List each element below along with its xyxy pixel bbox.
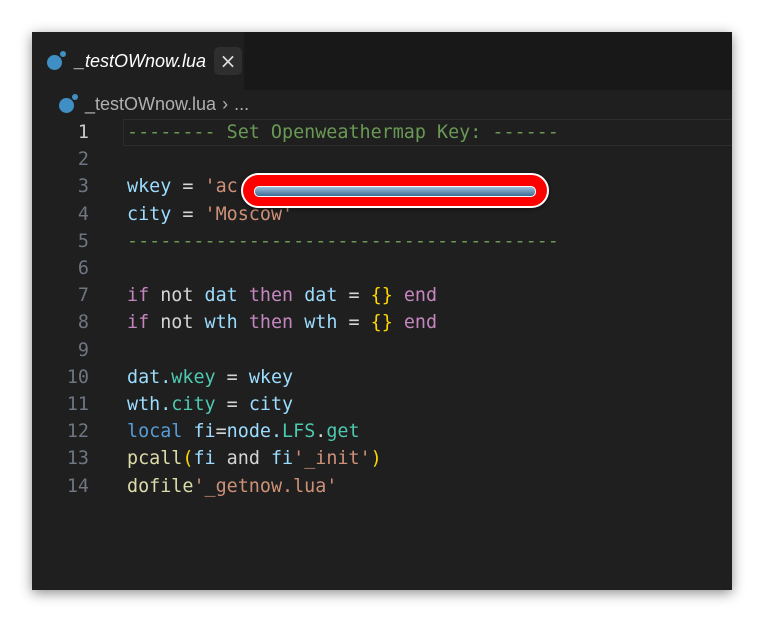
tab-testownow-lua[interactable]: _testOWnow.lua ×	[32, 32, 244, 90]
redaction-overlay	[241, 173, 549, 208]
line-number: 9	[77, 339, 89, 361]
code-text: dofile'_getnow.lua'	[127, 476, 337, 497]
token-brace: (	[182, 448, 194, 470]
token-var: wth	[204, 312, 238, 334]
breadcrumb-file[interactable]: _testOWnow.lua	[85, 94, 216, 115]
token-var: fi	[182, 421, 216, 443]
lua-file-icon	[46, 51, 66, 71]
code-line[interactable]: 5 ---------------------------------------	[32, 228, 732, 255]
lua-file-icon	[58, 94, 78, 114]
token-fn: dofile	[127, 475, 194, 497]
token-kw: end	[392, 312, 438, 334]
token-var: dat	[204, 285, 238, 307]
code-line[interactable]: 13 pcall(fi and fi'_init')	[32, 445, 732, 472]
code-line[interactable]: 11 wth.city = city	[32, 391, 732, 418]
token-op: =	[337, 312, 371, 334]
code-text: -------- Set Openweathermap Key: ------	[127, 122, 559, 143]
code-text: dat.wkey = wkey	[127, 367, 293, 388]
line-number: 11	[66, 393, 89, 415]
token-op: =	[337, 285, 371, 307]
line-number: 6	[77, 258, 89, 280]
line-number: 13	[66, 448, 89, 470]
token-field: LFS	[282, 421, 316, 443]
code-line[interactable]: 12 local fi=node.LFS.get	[32, 418, 732, 445]
code-line[interactable]: 2	[32, 146, 732, 173]
close-icon[interactable]: ×	[214, 47, 243, 75]
chevron-right-icon: ›	[222, 93, 229, 114]
token-var: city	[248, 393, 294, 415]
token-fn: pcall	[127, 448, 183, 470]
tab-bar: _testOWnow.lua ×	[32, 32, 732, 90]
token-var: wkey	[248, 366, 294, 388]
token-op: not	[149, 285, 205, 307]
line-number: 1	[77, 122, 89, 144]
token-local: local	[127, 421, 183, 443]
token-brace: )	[370, 448, 382, 470]
code-text: if not dat then dat = {} end	[127, 285, 437, 306]
code-line[interactable]: 1 -------- Set Openweathermap Key: ------	[32, 119, 732, 146]
breadcrumb-more[interactable]: ...	[234, 94, 249, 115]
line-number: 3	[77, 176, 89, 198]
token-kw: then	[237, 312, 305, 334]
line-number: 10	[66, 366, 89, 388]
line-number: 2	[77, 149, 89, 171]
code-text: ---------------------------------------	[127, 231, 559, 252]
line-number: 4	[77, 203, 89, 225]
token-comment: ---------------------------------------	[127, 230, 559, 252]
editor-window: _testOWnow.lua × _testOWnow.lua › ... 1 -…	[32, 32, 732, 590]
token-field: city	[171, 393, 216, 415]
token-op: =	[171, 176, 205, 198]
code-text: local fi=node.LFS.get	[127, 421, 360, 442]
token-kw: end	[392, 285, 438, 307]
token-var: wth.	[127, 393, 172, 415]
token-op: =	[215, 393, 249, 415]
token-str: '_init'	[293, 448, 371, 470]
code-line[interactable]: 10 dat.wkey = wkey	[32, 364, 732, 391]
code-line[interactable]: 6	[32, 255, 732, 282]
token-op: and	[215, 448, 271, 470]
line-number: 14	[66, 475, 89, 497]
line-number: 12	[66, 421, 89, 443]
token-kw: if	[127, 312, 150, 334]
token-kw: if	[127, 285, 150, 307]
token-var: fi	[270, 448, 294, 470]
token-var: dat	[304, 285, 338, 307]
tab-title: _testOWnow.lua	[75, 50, 207, 71]
token-field: wkey	[171, 366, 216, 388]
breadcrumb: _testOWnow.lua › ...	[58, 92, 255, 116]
token-brace: {}	[370, 285, 393, 307]
token-comment: -------- Set Openweathermap Key: ------	[127, 122, 559, 144]
code-text: if not wth then wth = {} end	[127, 312, 437, 333]
token-op: =	[215, 366, 249, 388]
token-var: dat.	[127, 366, 172, 388]
token-brace: {}	[370, 312, 393, 334]
token-op: not	[149, 312, 205, 334]
line-number: 5	[77, 230, 89, 252]
token-field: get	[326, 421, 360, 443]
token-op: .	[315, 421, 327, 443]
code-line[interactable]: 7 if not dat then dat = {} end	[32, 282, 732, 309]
code-line[interactable]: 14 dofile'_getnow.lua'	[32, 472, 732, 499]
code-line[interactable]: 9	[32, 337, 732, 364]
token-var: wth	[304, 312, 338, 334]
code-text: pcall(fi and fi'_init')	[127, 448, 382, 469]
line-number: 7	[77, 285, 89, 307]
token-kw: then	[237, 285, 305, 307]
code-line[interactable]: 8 if not wth then wth = {} end	[32, 309, 732, 336]
token-var: fi	[193, 448, 216, 470]
line-number: 8	[77, 312, 89, 334]
token-op: =	[171, 203, 205, 225]
token-var: city	[127, 203, 172, 225]
token-op: =	[215, 421, 227, 443]
token-str: '_getnow.lua'	[193, 475, 338, 497]
token-var: node.	[226, 421, 283, 443]
token-var: wkey	[127, 176, 172, 198]
code-text: wth.city = city	[127, 394, 293, 415]
